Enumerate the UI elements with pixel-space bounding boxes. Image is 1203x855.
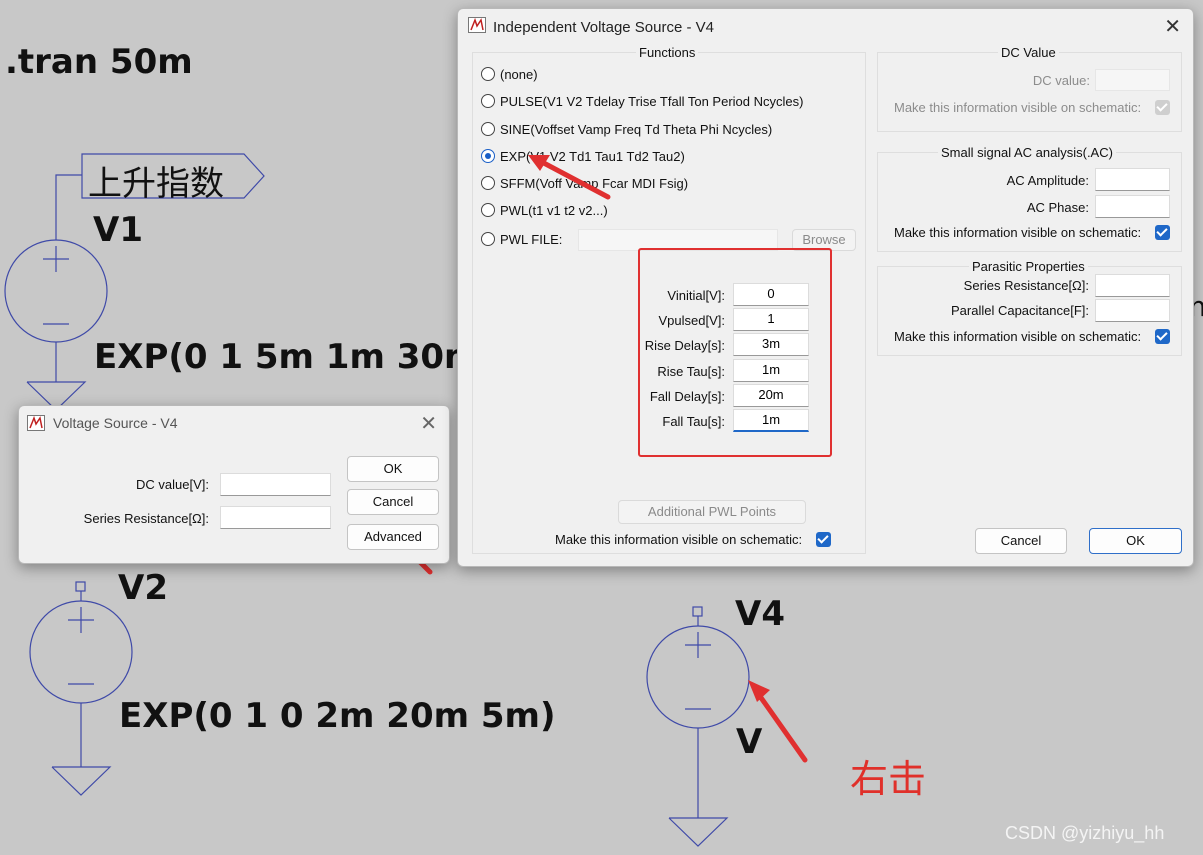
net-label-text[interactable]: 上升指数 bbox=[88, 156, 224, 205]
parallel-capacitance-input[interactable] bbox=[1095, 299, 1170, 322]
radio-none[interactable]: (none) bbox=[481, 64, 538, 84]
radio-label: SINE(Voffset Vamp Freq Td Theta Phi Ncyc… bbox=[500, 121, 773, 137]
cancel-button[interactable]: Cancel bbox=[347, 489, 439, 515]
dc-visible-label: Make this information visible on schemat… bbox=[894, 100, 1142, 115]
ac-amplitude-input[interactable] bbox=[1095, 168, 1170, 191]
arrow-to-exp bbox=[528, 155, 611, 200]
parasitic-visible-checkbox[interactable] bbox=[1155, 329, 1170, 344]
fall-tau-input[interactable]: 1m bbox=[733, 409, 809, 432]
v1-symbol[interactable] bbox=[4, 174, 108, 411]
series-resistance-label: Series Resistance[Ω]: bbox=[83, 511, 209, 526]
fall-delay-label: Fall Delay[s]: bbox=[649, 389, 725, 404]
ac-amplitude-label: AC Amplitude: bbox=[1006, 173, 1089, 188]
vinitial-input[interactable]: 0 bbox=[733, 283, 809, 306]
right-click-annotation: 右击 bbox=[850, 757, 927, 801]
ltspice-logo-icon bbox=[27, 415, 45, 431]
radio-circle[interactable] bbox=[481, 176, 495, 190]
vinitial-label: Vinitial[V]: bbox=[667, 288, 725, 303]
rise-tau-input[interactable]: 1m bbox=[733, 359, 809, 382]
functions-visible-label: Make this information visible on schemat… bbox=[555, 532, 803, 547]
independent-voltage-source-dialog: Independent Voltage Source - V4 ✕ Functi… bbox=[457, 8, 1194, 567]
cancel-button[interactable]: Cancel bbox=[975, 528, 1067, 554]
radio-label: (none) bbox=[500, 66, 538, 82]
ac-phase-input[interactable] bbox=[1095, 195, 1170, 218]
ok-button[interactable]: OK bbox=[347, 456, 439, 482]
close-icon[interactable]: ✕ bbox=[420, 414, 437, 434]
v4-symbol[interactable] bbox=[646, 606, 750, 847]
watermark: CSDN @yizhiyu_hh bbox=[1005, 823, 1165, 843]
dc-value-title: DC Value bbox=[998, 45, 1059, 60]
v2-value[interactable]: EXP(0 1 0 2m 20m 5m) bbox=[119, 696, 556, 736]
ac-visible-label: Make this information visible on schemat… bbox=[894, 225, 1142, 240]
ltspice-logo-icon bbox=[468, 17, 486, 33]
v2-name[interactable]: V2 bbox=[118, 568, 168, 608]
ac-phase-label: AC Phase: bbox=[1026, 200, 1089, 215]
radio-circle-checked[interactable] bbox=[481, 149, 495, 163]
big-dialog-title: Independent Voltage Source - V4 bbox=[493, 19, 715, 36]
radio-pulse[interactable]: PULSE(V1 V2 Tdelay Trise Tfall Ton Perio… bbox=[481, 91, 803, 111]
dc-value-input[interactable] bbox=[220, 473, 331, 496]
v4-value[interactable]: V bbox=[736, 722, 762, 762]
parasitic-title: Parasitic Properties bbox=[969, 259, 1088, 274]
dc-value-input[interactable] bbox=[1095, 69, 1170, 91]
v1-value[interactable]: EXP(0 1 5m 1m 30m bbox=[94, 337, 479, 377]
vpulsed-input[interactable]: 1 bbox=[733, 308, 809, 331]
radio-pwl-file[interactable]: PWL FILE: bbox=[481, 229, 562, 249]
additional-pwl-points-button[interactable]: Additional PWL Points bbox=[618, 500, 806, 524]
tran-directive[interactable]: .tran 50m bbox=[5, 42, 193, 82]
rise-delay-label: Rise Delay[s]: bbox=[644, 338, 725, 353]
series-resistance-label: Series Resistance[Ω]: bbox=[963, 278, 1089, 293]
voltage-source-dialog: Voltage Source - V4 ✕ DC value[V]: Serie… bbox=[18, 405, 450, 564]
small-dialog-title: Voltage Source - V4 bbox=[53, 415, 178, 431]
rise-delay-input[interactable]: 3m bbox=[733, 333, 809, 356]
v2-symbol[interactable] bbox=[29, 581, 133, 796]
v4-name[interactable]: V4 bbox=[735, 594, 785, 634]
ac-visible-checkbox[interactable] bbox=[1155, 225, 1170, 240]
close-icon[interactable]: ✕ bbox=[1164, 17, 1181, 37]
dc-value-label: DC value: bbox=[1032, 73, 1090, 88]
radio-circle[interactable] bbox=[481, 67, 495, 81]
ac-analysis-title: Small signal AC analysis(.AC) bbox=[938, 145, 1116, 160]
dc-visible-checkbox[interactable] bbox=[1155, 100, 1170, 115]
series-resistance-input[interactable] bbox=[220, 506, 331, 529]
radio-circle[interactable] bbox=[481, 94, 495, 108]
radio-circle[interactable] bbox=[481, 203, 495, 217]
ok-button[interactable]: OK bbox=[1089, 528, 1182, 554]
radio-circle[interactable] bbox=[481, 122, 495, 136]
advanced-button[interactable]: Advanced bbox=[347, 524, 439, 550]
parallel-capacitance-label: Parallel Capacitance[F]: bbox=[950, 303, 1089, 318]
parasitic-visible-label: Make this information visible on schemat… bbox=[894, 329, 1142, 344]
small-dialog-titlebar[interactable]: Voltage Source - V4 ✕ bbox=[19, 406, 449, 440]
functions-title: Functions bbox=[636, 45, 699, 60]
v1-name[interactable]: V1 bbox=[93, 210, 143, 250]
functions-visible-checkbox[interactable] bbox=[816, 532, 831, 547]
rise-tau-label: Rise Tau[s]: bbox=[657, 364, 725, 379]
series-resistance-input[interactable] bbox=[1095, 274, 1170, 297]
dc-value-label: DC value[V]: bbox=[136, 477, 209, 492]
radio-label: PULSE(V1 V2 Tdelay Trise Tfall Ton Perio… bbox=[500, 93, 804, 109]
radio-sine[interactable]: SINE(Voffset Vamp Freq Td Theta Phi Ncyc… bbox=[481, 119, 772, 139]
radio-label: PWL FILE: bbox=[500, 231, 563, 247]
vpulsed-label: Vpulsed[V]: bbox=[658, 313, 726, 328]
fall-delay-input[interactable]: 20m bbox=[733, 384, 809, 407]
dc-value-group bbox=[877, 52, 1182, 132]
radio-circle[interactable] bbox=[481, 232, 495, 246]
big-dialog-titlebar[interactable]: Independent Voltage Source - V4 ✕ bbox=[458, 9, 1193, 43]
fall-tau-label: Fall Tau[s]: bbox=[662, 414, 725, 429]
